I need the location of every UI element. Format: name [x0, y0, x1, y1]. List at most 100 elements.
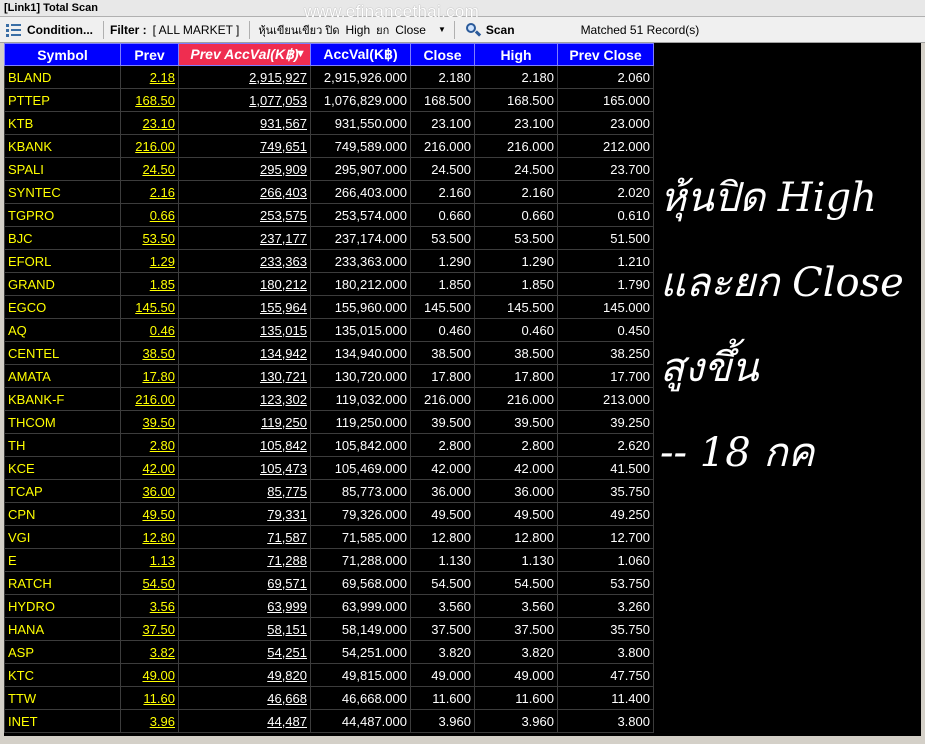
cell-prev[interactable]: 49.00: [120, 663, 179, 687]
table-row[interactable]: GRAND 1.85 180,212 180,212.000 1.850 1.850 1.7…: [4, 272, 654, 296]
cell-prev-accval[interactable]: 71,587: [178, 525, 311, 549]
table-row[interactable]: INET 3.96 44,487 44,487.000 3.960 3.960 3.800: [4, 709, 654, 733]
cell-prev-accval[interactable]: 295,909: [178, 157, 311, 181]
cell-prev-accval[interactable]: 1,077,053: [178, 88, 311, 112]
column-header[interactable]: Symbol: [4, 43, 121, 66]
cell-prev-accval[interactable]: 58,151: [178, 617, 311, 641]
cell-prev[interactable]: 2.18: [120, 65, 179, 89]
table-row[interactable]: AMATA 17.80 130,721 130,720.000 17.800 17.800…: [4, 364, 654, 388]
cell-prev[interactable]: 37.50: [120, 617, 179, 641]
cell-prev[interactable]: 42.00: [120, 456, 179, 480]
cell-prev[interactable]: 23.10: [120, 111, 179, 135]
cell-prev-accval[interactable]: 130,721: [178, 364, 311, 388]
column-header[interactable]: Close: [410, 43, 475, 66]
condition-button[interactable]: Condition...: [0, 19, 99, 41]
cell-prev[interactable]: 2.80: [120, 433, 179, 457]
table-row[interactable]: PTTEP 168.50 1,077,053 1,076,829.000 168.500…: [4, 88, 654, 112]
cell-prev-accval[interactable]: 931,567: [178, 111, 311, 135]
column-header[interactable]: AccVal(K฿): [310, 43, 411, 66]
chevron-down-icon[interactable]: ▼: [432, 25, 446, 34]
cell-prev-accval[interactable]: 105,842: [178, 433, 311, 457]
cell-prev[interactable]: 54.50: [120, 571, 179, 595]
cell-prev-accval[interactable]: 71,288: [178, 548, 311, 572]
cell-prev[interactable]: 39.50: [120, 410, 179, 434]
table-row[interactable]: KTC 49.00 49,820 49,815.000 49.000 49.000 47.7…: [4, 663, 654, 687]
cell-prev-accval[interactable]: 749,651: [178, 134, 311, 158]
cell-prev[interactable]: 3.56: [120, 594, 179, 618]
table-row[interactable]: CENTEL 38.50 134,942 134,940.000 38.500 38.50…: [4, 341, 654, 365]
cell-prev[interactable]: 0.46: [120, 318, 179, 342]
table-row[interactable]: TCAP 36.00 85,775 85,773.000 36.000 36.000 35.…: [4, 479, 654, 503]
cell-prev-accval[interactable]: 119,250: [178, 410, 311, 434]
cell-prev[interactable]: 12.80: [120, 525, 179, 549]
table-row[interactable]: BJC 53.50 237,177 237,174.000 53.500 53.500 51…: [4, 226, 654, 250]
cell-prev[interactable]: 24.50: [120, 157, 179, 181]
table-row[interactable]: THCOM 39.50 119,250 119,250.000 39.500 39.500…: [4, 410, 654, 434]
cell-prev-accval[interactable]: 44,487: [178, 709, 311, 733]
cell-prev-accval[interactable]: 266,403: [178, 180, 311, 204]
scan-condition-select[interactable]: หุ้นเขียนเขียว ปิด High ยก Close ▼: [254, 21, 450, 39]
cell-prev[interactable]: 216.00: [120, 134, 179, 158]
table-row[interactable]: BLAND 2.18 2,915,927 2,915,926.000 2.180 2.18…: [4, 65, 654, 89]
filter-value[interactable]: [ ALL MARKET ]: [147, 23, 246, 37]
table-row[interactable]: KBANK-F 216.00 123,302 119,032.000 216.000 21…: [4, 387, 654, 411]
cell-prev[interactable]: 1.85: [120, 272, 179, 296]
cell-prev-accval[interactable]: 46,668: [178, 686, 311, 710]
table-row[interactable]: EGCO 145.50 155,964 155,960.000 145.500 145.5…: [4, 295, 654, 319]
table-row[interactable]: E 1.13 71,288 71,288.000 1.130 1.130 1.060: [4, 548, 654, 572]
cell-prev-accval[interactable]: 2,915,927: [178, 65, 311, 89]
cell-prev-accval[interactable]: 233,363: [178, 249, 311, 273]
column-header[interactable]: Prev Close: [557, 43, 654, 66]
cell-prev[interactable]: 168.50: [120, 88, 179, 112]
table-row[interactable]: KTB 23.10 931,567 931,550.000 23.100 23.100 23…: [4, 111, 654, 135]
cell-prev[interactable]: 36.00: [120, 479, 179, 503]
table-row[interactable]: TGPRO 0.66 253,575 253,574.000 0.660 0.660 0.6…: [4, 203, 654, 227]
cell-prev[interactable]: 3.96: [120, 709, 179, 733]
cell-prev-accval[interactable]: 123,302: [178, 387, 311, 411]
cell-prev-accval[interactable]: 135,015: [178, 318, 311, 342]
cell-prev[interactable]: 38.50: [120, 341, 179, 365]
table-row[interactable]: KCE 42.00 105,473 105,469.000 42.000 42.000 41…: [4, 456, 654, 480]
cell-prev-accval[interactable]: 79,331: [178, 502, 311, 526]
column-header[interactable]: Prev AccVal(K฿) ▼: [178, 43, 311, 66]
scan-results-grid[interactable]: Symbol Prev Prev AccVal(K฿) ▼ AccVal(K฿) Clos…: [4, 43, 921, 736]
cell-prev-accval[interactable]: 69,571: [178, 571, 311, 595]
table-row[interactable]: ASP 3.82 54,251 54,251.000 3.820 3.820 3.800: [4, 640, 654, 664]
cell-prev[interactable]: 53.50: [120, 226, 179, 250]
table-row[interactable]: TH 2.80 105,842 105,842.000 2.800 2.800 2.620: [4, 433, 654, 457]
cell-prev-accval[interactable]: 237,177: [178, 226, 311, 250]
column-header[interactable]: High: [474, 43, 558, 66]
cell-prev-accval[interactable]: 54,251: [178, 640, 311, 664]
cell-prev[interactable]: 17.80: [120, 364, 179, 388]
cell-prev[interactable]: 3.82: [120, 640, 179, 664]
table-row[interactable]: HANA 37.50 58,151 58,149.000 37.500 37.500 35.…: [4, 617, 654, 641]
table-row[interactable]: RATCH 54.50 69,571 69,568.000 54.500 54.500 53…: [4, 571, 654, 595]
cell-prev[interactable]: 11.60: [120, 686, 179, 710]
cell-prev-accval[interactable]: 105,473: [178, 456, 311, 480]
cell-prev[interactable]: 1.29: [120, 249, 179, 273]
column-header[interactable]: Prev: [120, 43, 179, 66]
cell-prev-accval[interactable]: 63,999: [178, 594, 311, 618]
table-row[interactable]: CPN 49.50 79,331 79,326.000 49.500 49.500 49.2…: [4, 502, 654, 526]
table-row[interactable]: HYDRO 3.56 63,999 63,999.000 3.560 3.560 3.260: [4, 594, 654, 618]
cell-prev[interactable]: 2.16: [120, 180, 179, 204]
scan-button[interactable]: Scan: [459, 19, 521, 41]
cell-prev[interactable]: 0.66: [120, 203, 179, 227]
table-row[interactable]: VGI 12.80 71,587 71,585.000 12.800 12.800 12.7…: [4, 525, 654, 549]
cell-prev[interactable]: 49.50: [120, 502, 179, 526]
table-row[interactable]: KBANK 216.00 749,651 749,589.000 216.000 216.…: [4, 134, 654, 158]
table-row[interactable]: TTW 11.60 46,668 46,668.000 11.600 11.600 11.4…: [4, 686, 654, 710]
cell-prev-accval[interactable]: 49,820: [178, 663, 311, 687]
cell-prev[interactable]: 1.13: [120, 548, 179, 572]
cell-prev-accval[interactable]: 85,775: [178, 479, 311, 503]
cell-prev[interactable]: 145.50: [120, 295, 179, 319]
cell-prev-accval[interactable]: 253,575: [178, 203, 311, 227]
cell-prev-accval[interactable]: 134,942: [178, 341, 311, 365]
table-row[interactable]: SYNTEC 2.16 266,403 266,403.000 2.160 2.160 2.…: [4, 180, 654, 204]
table-row[interactable]: AQ 0.46 135,015 135,015.000 0.460 0.460 0.450: [4, 318, 654, 342]
cell-prev[interactable]: 216.00: [120, 387, 179, 411]
cell-prev-accval[interactable]: 155,964: [178, 295, 311, 319]
table-row[interactable]: SPALI 24.50 295,909 295,907.000 24.500 24.500…: [4, 157, 654, 181]
table-row[interactable]: EFORL 1.29 233,363 233,363.000 1.290 1.290 1.2…: [4, 249, 654, 273]
cell-prev-accval[interactable]: 180,212: [178, 272, 311, 296]
